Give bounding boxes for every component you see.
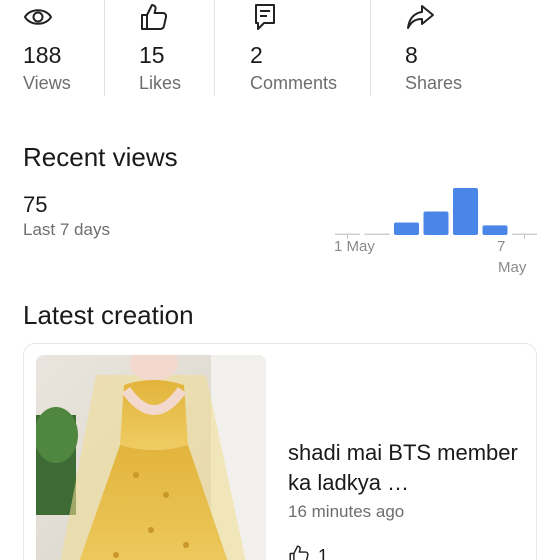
video-likes-count: 1: [318, 546, 329, 560]
latest-creation-card[interactable]: shadi mai BTS member ka ladkya … 16 minu…: [23, 343, 537, 560]
likes-label: Likes: [139, 73, 182, 93]
chart-tick-label: 7 May: [497, 238, 527, 276]
comments-count: 2: [250, 42, 263, 68]
stat-divider: [104, 0, 105, 96]
chart-bar: [512, 233, 537, 235]
stats-row: 188 Views 15 Likes 2 Comments 8 Shares: [0, 0, 560, 96]
chart-bar: [482, 225, 508, 235]
video-posted-time: 16 minutes ago: [288, 502, 405, 521]
comment-icon: [255, 4, 275, 30]
comments-label: Comments: [250, 73, 338, 93]
chart-bar: [364, 233, 390, 235]
shares-count: 8: [405, 42, 418, 68]
chart-tick-label: 1 May: [334, 238, 375, 255]
video-title[interactable]: shadi mai BTS member ka ladkya …: [288, 438, 528, 498]
shares-label: Shares: [405, 73, 463, 93]
chart-bar: [394, 222, 419, 235]
recent-views-chart: 1 May 7 May: [334, 188, 537, 276]
stat-divider: [370, 0, 371, 96]
views-label: Views: [23, 73, 71, 93]
latest-creation-title: Latest creation: [23, 300, 194, 330]
views-count: 188: [23, 42, 62, 68]
recent-views-period: Last 7 days: [23, 220, 110, 239]
eye-icon: [23, 9, 53, 25]
thumbs-up-icon: [141, 4, 168, 30]
video-thumbnail[interactable]: [36, 355, 266, 560]
recent-views-title: Recent views: [23, 142, 178, 172]
chart-bar: [453, 188, 478, 235]
likes-count: 15: [139, 42, 165, 68]
stat-divider: [214, 0, 215, 96]
chart-bar: [335, 233, 360, 235]
thumbs-up-icon: [289, 545, 309, 560]
recent-views-count: 75: [23, 192, 48, 217]
chart-bar: [423, 211, 449, 235]
share-icon: [407, 5, 434, 29]
